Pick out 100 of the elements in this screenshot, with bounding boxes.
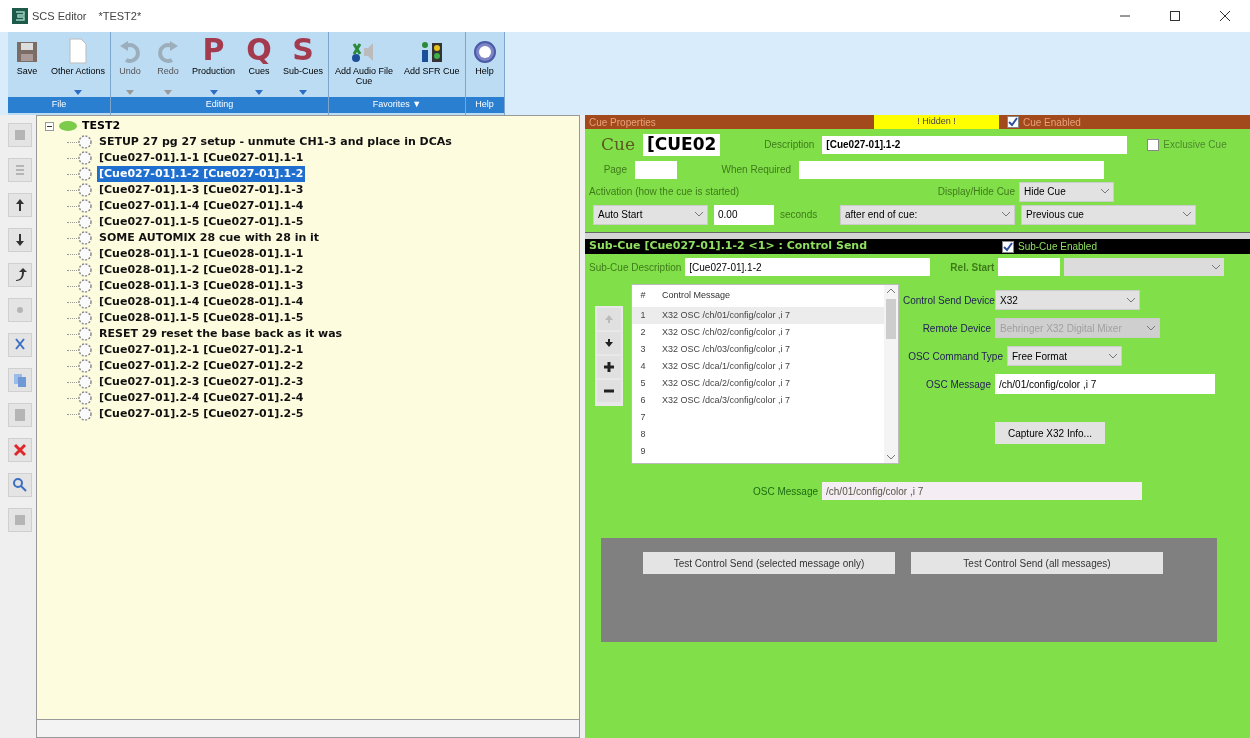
ribbon-button[interactable]: Other Actions [46, 32, 111, 97]
cue-icon [77, 278, 93, 294]
activation-dropdown[interactable]: Auto Start [593, 204, 708, 225]
field-label: Description [763, 138, 815, 153]
collapse-icon[interactable] [45, 121, 54, 131]
page-field[interactable] [635, 160, 677, 179]
cue-icon [77, 342, 93, 358]
tree-item[interactable]: RESET 29 reset the base back as it was [97, 325, 345, 343]
tree-item[interactable]: [Cue027-01].2-3 [Cue027-01].2-3 [97, 373, 306, 391]
display-hide-dropdown[interactable]: Hide Cue [1019, 181, 1114, 202]
maximize-icon[interactable] [1170, 11, 1180, 21]
rel-start-field[interactable] [998, 258, 1061, 276]
message-row[interactable]: 5 X32 OSC /dca/2/config/color ,i 7 [632, 375, 884, 392]
message-row[interactable]: 9 [632, 443, 884, 460]
cue-icon [77, 262, 93, 278]
app-logo-icon [12, 8, 28, 24]
tree-item[interactable]: [Cue027-01].1-4 [Cue027-01].1-4 [97, 197, 306, 215]
field-label: When Required [720, 163, 791, 177]
help-icon [472, 40, 497, 64]
ribbon-button[interactable]: P Production [187, 32, 241, 97]
search-icon[interactable] [8, 473, 32, 497]
tree-item[interactable]: SETUP 27 pg 27 setup - unmute CH1-3 and place in DCAs [97, 133, 454, 151]
chevron-down-icon [1002, 212, 1010, 217]
field-label: OSC Command Type [907, 349, 1003, 364]
description-field[interactable]: [Cue027-01].1-2 [822, 135, 1128, 154]
scroll-up-icon[interactable] [887, 288, 895, 293]
message-row[interactable]: 7 [632, 409, 884, 426]
checkbox-label: Sub-Cue Enabled [1018, 240, 1097, 254]
osc-message-field[interactable]: /ch/01/config/color ,i 7 [995, 374, 1215, 394]
ribbon-group-label: Favorites ▼ [329, 97, 465, 113]
section-title: Sub-Cue [Cue027-01].1-2 <1> : Control Send [589, 238, 869, 255]
ribbon-button[interactable]: S Sub-Cues [278, 32, 329, 97]
message-row[interactable]: 2 X32 OSC /ch/02/config/color ,i 7 [632, 324, 884, 341]
sub-cue-description-field[interactable]: [Cue027-01].1-2 [685, 258, 931, 276]
section-title: Cue Properties [589, 115, 657, 130]
test-send-button[interactable]: Test Control Send (all messages) [911, 552, 1163, 574]
relative-dropdown[interactable]: after end of cue: [840, 204, 1015, 225]
copy-icon[interactable] [8, 368, 32, 392]
cue-number-field[interactable]: [CUE02 [643, 133, 721, 156]
row-number: 9 [639, 444, 647, 458]
field-label: Rel. Start [949, 260, 995, 275]
checkbox[interactable] [1147, 138, 1160, 151]
tree-item[interactable]: [Cue027-01].2-2 [Cue027-01].2-2 [97, 357, 306, 375]
ribbon-button[interactable]: Save [8, 32, 46, 97]
tree-item[interactable]: [Cue028-01].1-5 [Cue028-01].1-5 [97, 309, 306, 327]
chevron-down-icon [1147, 325, 1155, 331]
letter-icon: S [292, 36, 314, 64]
test-send-button[interactable]: Test Control Send (selected message only) [643, 552, 895, 574]
scroll-down-icon[interactable] [887, 455, 895, 460]
move-down-icon[interactable] [597, 332, 621, 354]
ribbon-button[interactable]: Add SFR Cue [399, 32, 465, 97]
row-number: 8 [639, 427, 647, 441]
tree-item[interactable]: TEST2 [82, 117, 121, 135]
add-icon[interactable] [597, 356, 621, 378]
dropdown-arrow-icon [74, 90, 82, 95]
cut-icon[interactable] [8, 333, 32, 357]
rel-start-dropdown[interactable] [1064, 258, 1225, 276]
tree-item[interactable]: [Cue028-01].1-1 [Cue028-01].1-1 [97, 245, 306, 263]
row-number: 4 [639, 359, 647, 373]
cue-icon [77, 374, 93, 390]
when-required-field[interactable] [799, 160, 1104, 179]
delete-icon[interactable] [8, 438, 32, 462]
hidden-badge: ! Hidden ! [874, 115, 999, 129]
checkbox[interactable] [1007, 116, 1019, 128]
tree-item[interactable]: [Cue027-01].1-2 [Cue027-01].1-2 [97, 165, 306, 183]
cue-icon [77, 246, 93, 262]
capture-button[interactable]: Capture X32 Info... [995, 422, 1105, 444]
field-label: OSC Message [924, 377, 991, 392]
message-row[interactable]: 8 [632, 426, 884, 443]
close-icon[interactable] [1220, 11, 1230, 21]
seconds-field[interactable]: 0.00 [714, 204, 774, 225]
message-row[interactable]: 6 X32 OSC /dca/3/config/color ,i 7 [632, 392, 884, 409]
device-dropdown[interactable]: X32 [995, 290, 1140, 310]
message-row[interactable]: 3 X32 OSC /ch/03/config/color ,i 7 [632, 341, 884, 358]
command-type-dropdown[interactable]: Free Format [1007, 346, 1122, 366]
tree-item[interactable]: [Cue027-01].2-1 [Cue027-01].2-1 [97, 341, 306, 359]
cue-label: Cue [601, 133, 636, 156]
remove-icon[interactable] [597, 380, 621, 402]
message-row[interactable]: 4 X32 OSC /dca/1/config/color ,i 7 [632, 358, 884, 375]
table-cell-text: X32 OSC /ch/02/config/color ,i 7 [661, 325, 791, 339]
previous-cue-dropdown[interactable]: Previous cue [1021, 204, 1196, 225]
tree-item[interactable]: [Cue027-01].2-4 [Cue027-01].2-4 [97, 389, 306, 407]
tree-item[interactable]: [Cue027-01].2-5 [Cue027-01].2-5 [97, 405, 306, 423]
cue-icon [77, 150, 93, 166]
tree-item[interactable]: SOME AUTOMIX 28 cue with 28 in it [97, 229, 322, 247]
tree-item[interactable]: [Cue028-01].1-2 [Cue028-01].1-2 [97, 261, 306, 279]
checkbox[interactable] [1002, 240, 1014, 253]
ribbon-button[interactable]: Add Audio File Cue [329, 32, 400, 97]
production-icon [58, 120, 78, 132]
tree-item[interactable]: [Cue027-01].1-1 [Cue027-01].1-1 [97, 149, 306, 167]
scroll-thumb[interactable] [886, 299, 896, 339]
tree-item[interactable]: [Cue027-01].1-5 [Cue027-01].1-5 [97, 213, 306, 231]
ribbon-button[interactable]: Help [465, 32, 504, 97]
field-label: seconds [780, 208, 819, 222]
tree-item[interactable]: [Cue028-01].1-4 [Cue028-01].1-4 [97, 293, 306, 311]
tree-item[interactable]: [Cue027-01].1-3 [Cue027-01].1-3 [97, 181, 306, 199]
dropdown-arrow-icon [255, 90, 264, 95]
message-row[interactable]: 1 X32 OSC /ch/01/config/color ,i 7 [632, 307, 884, 324]
tree-item[interactable]: [Cue028-01].1-3 [Cue028-01].1-3 [97, 277, 306, 295]
ribbon-button[interactable]: Q Cues [240, 32, 279, 97]
